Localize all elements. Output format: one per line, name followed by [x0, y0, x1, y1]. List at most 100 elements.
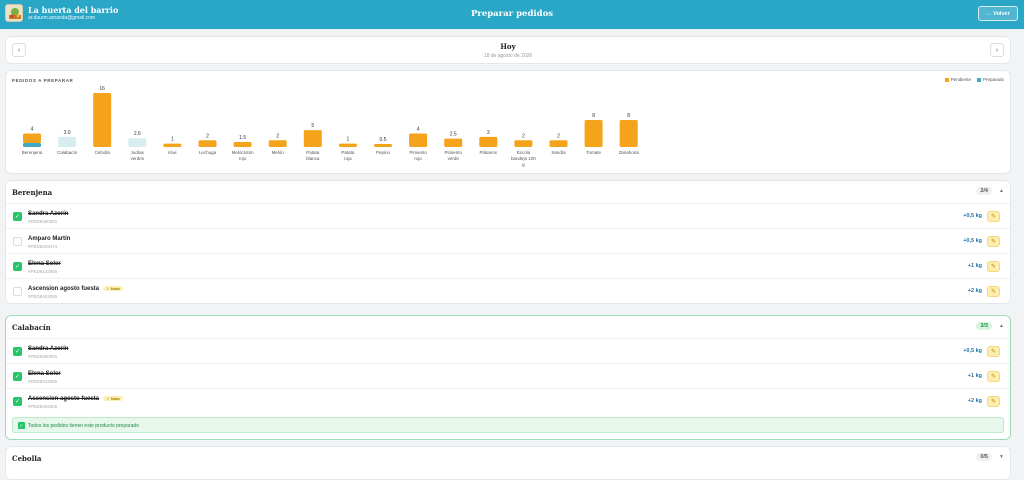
next-day-button[interactable]: › [990, 43, 1004, 57]
bar-value-label: 2 [522, 133, 525, 139]
prepared-checkbox[interactable]: ✓ [13, 397, 22, 406]
order-id: #PED8453385 [28, 404, 58, 409]
bar-pendiente [93, 93, 112, 147]
bar-value-label: 4 [417, 127, 420, 133]
section-count-badge: 2/4 [976, 187, 992, 195]
bar-value-label: 2 [206, 133, 209, 139]
prepared-checkbox[interactable] [13, 237, 22, 246]
order-quantity: +1 kg [967, 263, 982, 269]
order-id: #PED8453385 [28, 294, 58, 299]
order-quantity: +2 kg [967, 398, 982, 404]
category-label: Melón [272, 150, 285, 155]
chevron-icon[interactable]: ▲ [999, 323, 1004, 329]
bar-pendiente [374, 144, 392, 147]
product-section: Calabacín 3/3 ▲ ✓ Sandra Azorín #PED8480001 +0… [5, 315, 1011, 440]
notice-text: Todos los pedidos tienen este producto p… [28, 423, 139, 429]
order-row: Amparo Martín #PED8429474 +0,5 kg ✎ [6, 228, 1010, 253]
bar-pendiente [619, 120, 638, 147]
pencil-icon: ✎ [990, 289, 997, 295]
bar-value-label: 8 [592, 113, 595, 119]
date-selector: ‹ Hoy 18 de agosto de 2026 › [5, 36, 1011, 64]
pencil-icon: ✎ [990, 374, 997, 380]
bar-value-label: 8 [627, 113, 630, 119]
pencil-icon: ✎ [990, 349, 997, 355]
bar-pendiente [338, 143, 357, 147]
category-label: Patata blanca [306, 150, 320, 161]
product-section: Cebolla 0/5 ▼ [5, 446, 1011, 480]
edit-button[interactable]: ✎ [987, 396, 1000, 407]
order-row: ✓ Ascension agosto fuesta ☆ Nota #PED845338… [6, 388, 1010, 413]
order-quantity: +0,5 kg [963, 238, 982, 244]
bar-value-label: 4 [31, 127, 34, 133]
customer-name: Ascension agosto fuesta ☆ Nota [28, 396, 123, 402]
bar-value-label: 2.6 [134, 131, 141, 137]
bar-value-label: 16 [99, 86, 105, 92]
bar-preparado [128, 138, 147, 147]
check-icon: ✓ [14, 214, 21, 220]
customer-name: Sandra Azorín [28, 346, 69, 352]
bar-pendiente [584, 120, 603, 147]
edit-button[interactable]: ✎ [987, 286, 1000, 297]
bar-pendiente [549, 140, 568, 147]
all-prepared-notice: ✓ Todos los pedidos tienen este producto … [12, 417, 1004, 433]
bar-value-label: 2.5 [450, 132, 457, 138]
customer-name: Elena Soler [28, 371, 61, 377]
order-id: #PED8480001 [28, 354, 58, 359]
category-label: Sandía [551, 150, 566, 155]
bar-value-label: 0.5 [380, 137, 387, 143]
bar-pendiente [23, 133, 41, 143]
edit-button[interactable]: ✎ [987, 236, 1000, 247]
category-label: Calabacín [57, 150, 78, 155]
section-header[interactable]: Berenjena 2/4 ▲ [6, 181, 1010, 203]
note-badge[interactable]: ☆ Nota [103, 286, 123, 291]
edit-button[interactable]: ✎ [987, 346, 1000, 357]
category-label: Patata roja [341, 150, 355, 161]
category-label: Judías verdes [131, 150, 145, 161]
section-title: Berenjena [12, 188, 53, 197]
order-row: Ascension agosto fuesta ☆ Nota #PED8453385… [6, 278, 1010, 303]
check-icon: ✓ [14, 374, 21, 380]
category-label: Pimiento rojo [409, 150, 427, 161]
section-title: Cebolla [12, 454, 42, 463]
order-quantity: +1 kg [967, 373, 982, 379]
prepared-checkbox[interactable]: ✓ [13, 372, 22, 381]
bar-value-label: 1 [347, 137, 350, 143]
order-id: #PED8432855 [28, 379, 58, 384]
edit-button[interactable]: ✎ [987, 371, 1000, 382]
order-row: ✓ Sandra Azorín #PED8480001 +0,5 kg ✎ [6, 203, 1010, 228]
category-label: Tomate [586, 150, 601, 155]
page-title: Preparar pedidos [470, 9, 554, 19]
prepared-checkbox[interactable]: ✓ [13, 212, 22, 221]
chevron-icon[interactable]: ▼ [999, 454, 1004, 460]
back-button[interactable]: ← Volver [978, 6, 1018, 21]
bar-preparado [23, 142, 41, 147]
bar-pendiente [479, 136, 498, 147]
bar-pendiente [268, 140, 287, 147]
category-label: Lechuga [199, 150, 217, 155]
bar-preparado [58, 136, 77, 147]
product-section: Berenjena 2/4 ▲ ✓ Sandra Azorín #PED8480001 +0… [5, 180, 1011, 304]
pencil-icon: ✎ [990, 239, 997, 245]
category-label: Pepino [376, 150, 391, 155]
order-id: #PED8480001 [28, 219, 58, 224]
bar-pendiente [409, 133, 428, 147]
bar-value-label: 2 [276, 133, 279, 139]
order-id: #PED8429474 [28, 244, 58, 249]
section-header[interactable]: Calabacín 3/3 ▲ [6, 316, 1010, 338]
prepared-checkbox[interactable]: ✓ [13, 262, 22, 271]
note-badge[interactable]: ☆ Nota [103, 396, 123, 401]
app-header: La huerta del barrio ar.daurm.amanda@gma… [0, 0, 1024, 29]
bar-pendiente [233, 141, 252, 147]
check-icon: ✓ [14, 264, 21, 270]
bar-value-label: 3 [487, 130, 490, 136]
chevron-icon[interactable]: ▲ [999, 188, 1004, 194]
edit-button[interactable]: ✎ [987, 211, 1000, 222]
prepared-checkbox[interactable] [13, 287, 22, 296]
section-header[interactable]: Cebolla 0/5 ▼ [6, 447, 1010, 469]
date-label: Hoy [500, 42, 516, 51]
pencil-icon: ✎ [990, 214, 997, 220]
bar-value-label: 3.0 [64, 130, 71, 136]
bar-pendiente [444, 138, 463, 147]
prepared-checkbox[interactable]: ✓ [13, 347, 22, 356]
edit-button[interactable]: ✎ [987, 261, 1000, 272]
